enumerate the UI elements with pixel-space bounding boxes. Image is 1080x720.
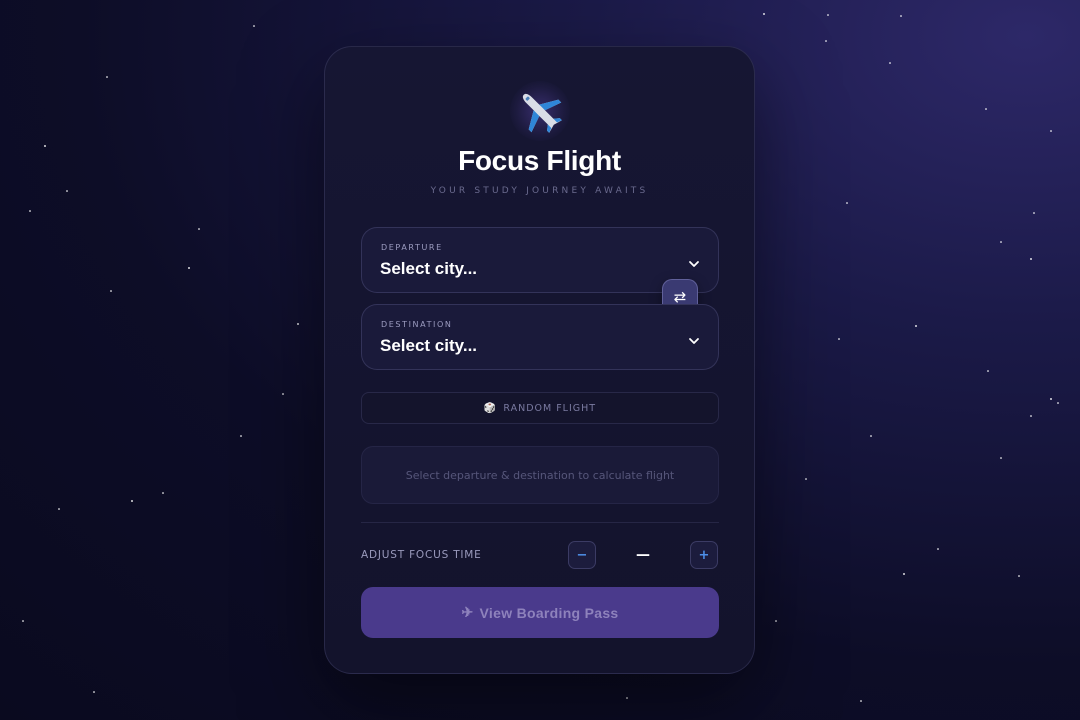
destination-select[interactable]: DESTINATION Select city... [361, 304, 719, 370]
app-subtitle: YOUR STUDY JOURNEY AWAITS [430, 186, 649, 196]
chevron-down-icon [689, 338, 699, 344]
view-boarding-pass-button[interactable]: ✈ View Boarding Pass [361, 587, 719, 638]
flight-card: Focus Flight YOUR STUDY JOURNEY AWAITS D… [324, 46, 755, 674]
flight-info-placeholder: Select departure & destination to calcul… [361, 446, 719, 504]
destination-value: Select city... [380, 336, 478, 355]
decrease-time-button[interactable]: − [568, 541, 596, 569]
plus-icon: + [698, 547, 710, 563]
adjust-focus-label: ADJUST FOCUS TIME [361, 549, 482, 561]
minus-icon: − [576, 547, 588, 563]
departure-label: DEPARTURE [381, 243, 443, 252]
random-flight-button[interactable]: 🎲 RANDOM FLIGHT [361, 392, 719, 424]
chevron-down-icon [689, 261, 699, 267]
destination-label: DESTINATION [381, 320, 453, 329]
dice-icon: 🎲 [483, 402, 498, 414]
increase-time-button[interactable]: + [690, 541, 718, 569]
plane-small-icon: ✈ [461, 604, 474, 620]
random-flight-label: RANDOM FLIGHT [503, 402, 597, 414]
boarding-pass-label: View Boarding Pass [479, 604, 619, 621]
focus-time-value: — [636, 547, 650, 563]
app-title: Focus Flight [458, 145, 621, 176]
departure-value: Select city... [380, 259, 478, 278]
airplane-icon [509, 81, 570, 141]
divider [361, 522, 719, 523]
